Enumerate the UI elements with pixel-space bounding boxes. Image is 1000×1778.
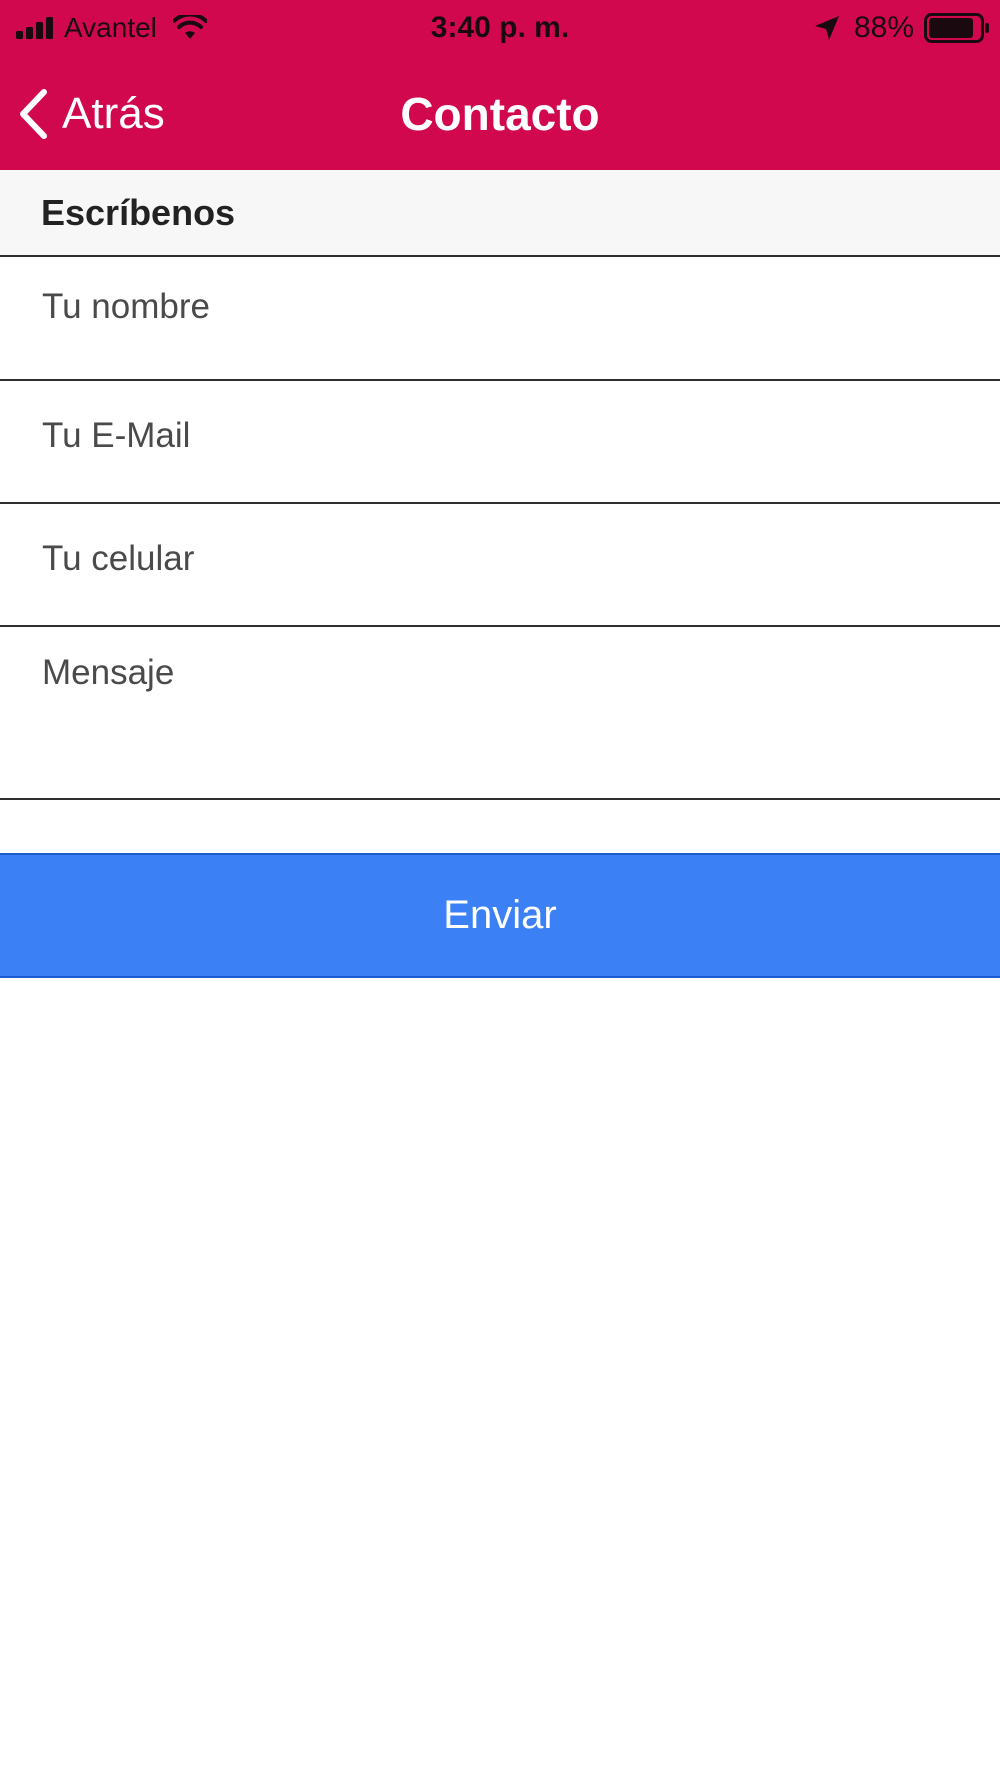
section-title: Escríbenos xyxy=(41,192,236,233)
phone-field-row xyxy=(0,499,1000,627)
message-field[interactable] xyxy=(42,651,972,781)
back-label: Atrás xyxy=(62,89,165,138)
status-bar: Avantel 3:40 p. m. 88% xyxy=(0,0,1000,56)
nav-bar: Atrás Contacto xyxy=(0,56,1000,170)
name-field[interactable] xyxy=(42,247,972,367)
back-button[interactable]: Atrás xyxy=(18,86,165,142)
contact-screen: Avantel 3:40 p. m. 88% Atrás Contacto Es… xyxy=(0,0,1000,1778)
phone-field[interactable] xyxy=(42,499,972,619)
status-right: 88% xyxy=(814,10,990,46)
name-field-row xyxy=(0,247,1000,381)
section-header: Escríbenos xyxy=(0,170,1000,257)
email-field-row xyxy=(0,376,1000,504)
email-field[interactable] xyxy=(42,376,972,496)
app-header: Avantel 3:40 p. m. 88% Atrás Contacto xyxy=(0,0,1000,170)
chevron-left-icon xyxy=(20,89,47,139)
message-field-row xyxy=(0,627,1000,800)
battery-icon xyxy=(924,13,989,43)
submit-button[interactable]: Enviar xyxy=(0,853,1000,978)
battery-percent: 88% xyxy=(853,11,914,44)
location-arrow-icon xyxy=(814,16,839,40)
